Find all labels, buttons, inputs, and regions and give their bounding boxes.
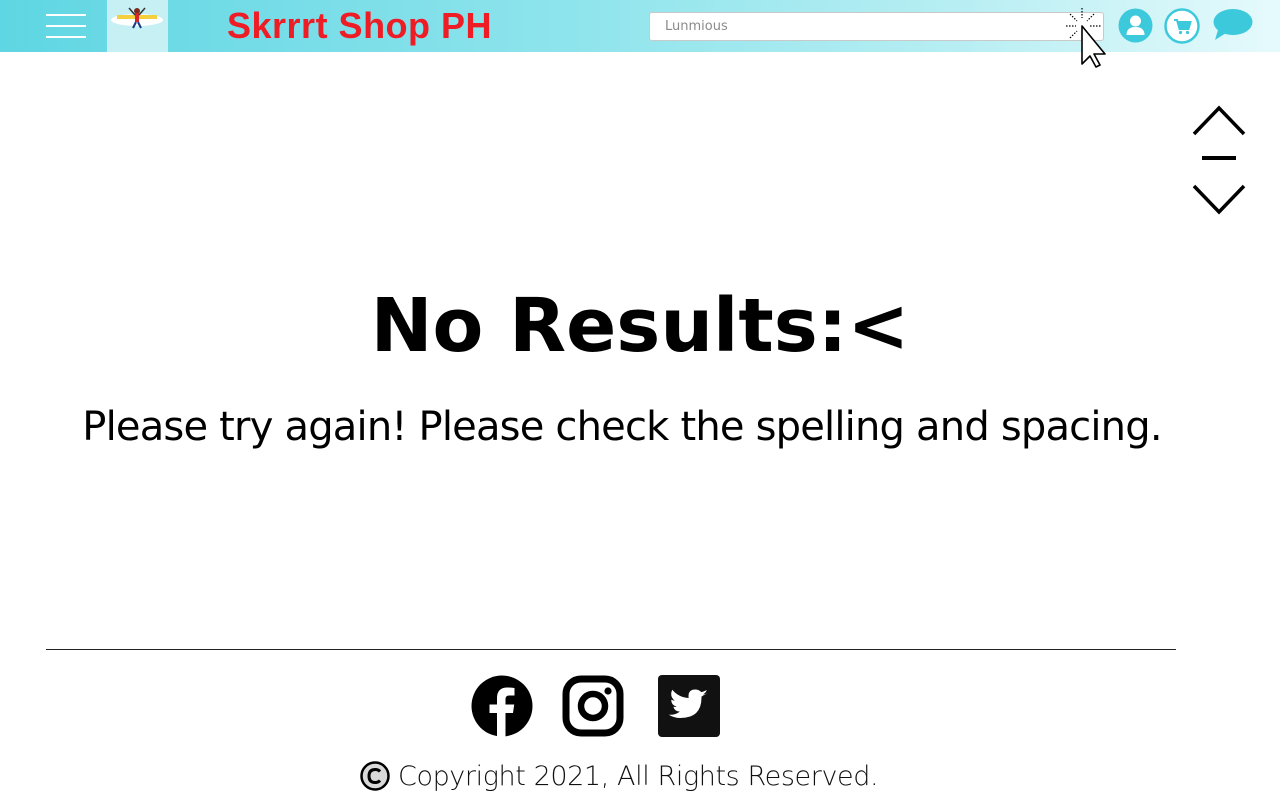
site-logo[interactable]: [107, 0, 168, 52]
copyright-icon: [360, 761, 390, 791]
menu-line: [46, 25, 86, 27]
copyright-text: Copyright 2021, All Rights Reserved.: [398, 760, 879, 792]
cart-icon[interactable]: [1164, 8, 1200, 44]
site-title[interactable]: Skrrrt Shop PH: [227, 4, 492, 48]
chevron-up-icon[interactable]: [1192, 104, 1246, 138]
pointer-cursor-icon: [1066, 8, 1106, 68]
no-results-heading: No Results:<: [370, 283, 910, 369]
menu-line: [46, 14, 86, 16]
twitter-icon[interactable]: [658, 675, 720, 737]
copyright-notice: Copyright 2021, All Rights Reserved.: [360, 758, 879, 794]
chat-icon[interactable]: [1212, 8, 1254, 42]
dash-icon: [1202, 156, 1236, 160]
instagram-icon[interactable]: [562, 675, 624, 737]
footer-divider: [46, 649, 1176, 650]
search-bar[interactable]: [649, 12, 1104, 41]
chevron-down-icon[interactable]: [1192, 182, 1246, 216]
user-icon[interactable]: [1118, 8, 1153, 43]
no-results-message: Please try again! Please check the spell…: [82, 404, 1162, 450]
menu-line: [46, 36, 86, 38]
facebook-icon[interactable]: [471, 675, 533, 737]
logo-image: [111, 7, 163, 29]
menu-icon[interactable]: [46, 12, 88, 40]
search-input[interactable]: [650, 13, 1103, 40]
